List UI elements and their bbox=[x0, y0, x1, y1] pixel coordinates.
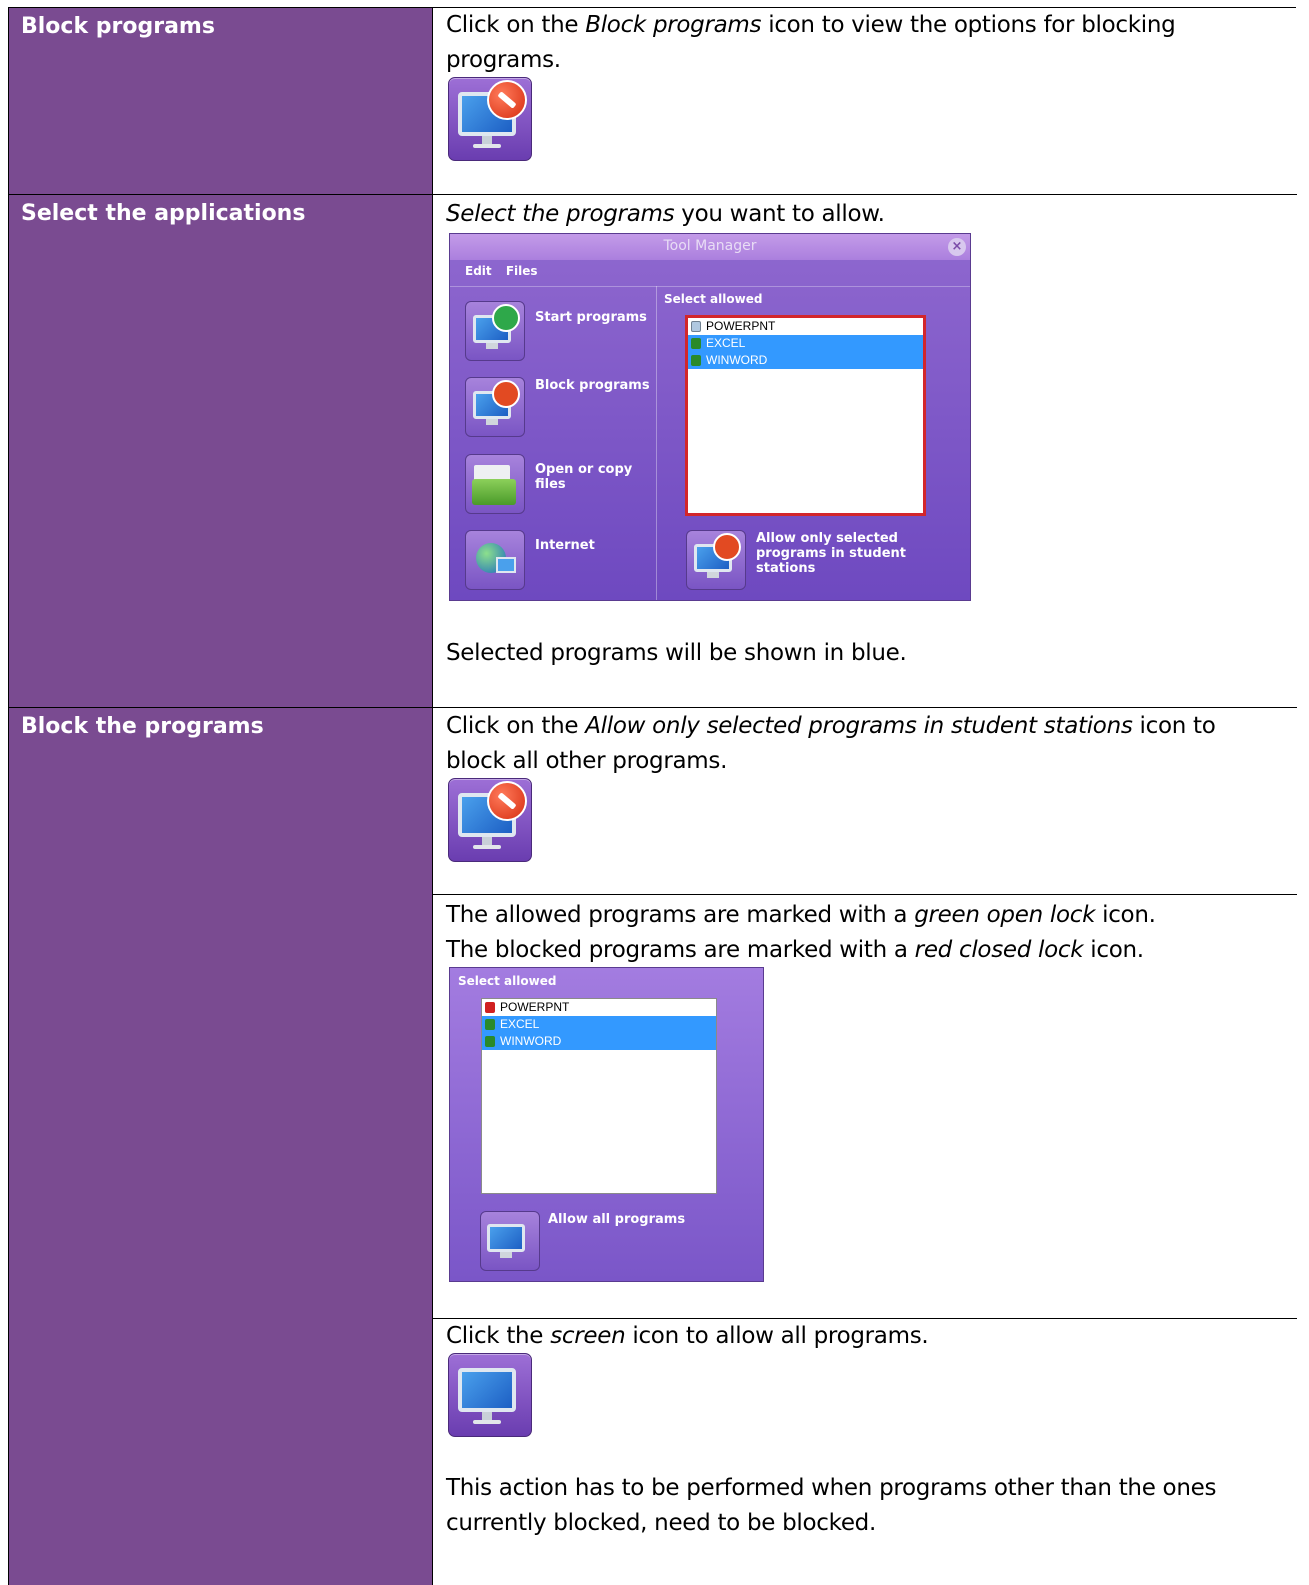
allow-all-programs-button[interactable] bbox=[480, 1211, 540, 1271]
instruction-text: Click on the Block programs icon to view… bbox=[446, 12, 1176, 73]
green-open-lock-icon bbox=[691, 355, 701, 366]
lock-explanation-2: The blocked programs are marked with a r… bbox=[446, 937, 1144, 963]
column-divider bbox=[432, 8, 433, 1585]
instruction-note: This action has to be performed when pro… bbox=[446, 1475, 1217, 1536]
row-divider bbox=[9, 194, 1297, 195]
open-copy-files-button[interactable] bbox=[465, 454, 525, 514]
instruction-text: Click on the Allow only selected program… bbox=[446, 713, 1216, 774]
list-item[interactable]: EXCEL bbox=[688, 335, 923, 352]
red-closed-lock-icon bbox=[485, 1002, 495, 1013]
row-divider bbox=[9, 707, 1297, 708]
select-allowed-panel: Select allowed POWERPNT EXCEL WINWORD Al… bbox=[449, 967, 764, 1282]
program-icon bbox=[691, 321, 701, 332]
list-item[interactable]: WINWORD bbox=[482, 1033, 716, 1050]
start-programs-button[interactable] bbox=[465, 301, 525, 361]
instruction-text: Select the programs you want to allow. bbox=[446, 201, 885, 227]
list-item[interactable]: POWERPNT bbox=[688, 318, 923, 335]
block-programs-button[interactable] bbox=[465, 377, 525, 437]
internet-label: Internet bbox=[535, 538, 595, 553]
row-label: Block programs bbox=[21, 14, 215, 39]
instruction-text: Click the screen icon to allow all progr… bbox=[446, 1323, 929, 1349]
instruction-note: Selected programs will be shown in blue. bbox=[446, 640, 907, 666]
menu-bar: Edit Files bbox=[465, 264, 548, 278]
green-open-lock-icon bbox=[485, 1019, 495, 1030]
no-entry-icon bbox=[487, 781, 527, 821]
start-programs-label: Start programs bbox=[535, 310, 647, 325]
menu-edit[interactable]: Edit bbox=[465, 264, 492, 278]
monitor-icon bbox=[496, 557, 516, 573]
no-entry-icon bbox=[713, 533, 741, 561]
screen-icon[interactable] bbox=[448, 1353, 532, 1437]
label-cell-select-applications: Select the applications bbox=[9, 195, 432, 707]
allow-only-selected-icon[interactable] bbox=[448, 778, 532, 862]
no-entry-icon bbox=[487, 80, 527, 120]
allow-only-selected-label: Allow only selected programs in student … bbox=[756, 531, 906, 576]
menu-files[interactable]: Files bbox=[506, 264, 538, 278]
program-list[interactable]: POWERPNT EXCEL WINWORD bbox=[481, 998, 717, 1194]
screen-icon bbox=[480, 1211, 540, 1271]
select-allowed-title: Select allowed bbox=[664, 292, 763, 306]
list-item[interactable]: EXCEL bbox=[482, 1016, 716, 1033]
close-icon[interactable]: × bbox=[948, 238, 966, 256]
block-programs-label: Block programs bbox=[535, 378, 650, 393]
label-cell-block-programs: Block programs bbox=[9, 8, 432, 194]
folder-icon bbox=[472, 479, 516, 505]
row-label: Select the applications bbox=[21, 201, 306, 226]
internet-button[interactable] bbox=[465, 530, 525, 590]
green-open-lock-icon bbox=[691, 338, 701, 349]
open-copy-files-label: Open or copy files bbox=[535, 462, 633, 492]
allow-only-selected-button[interactable] bbox=[686, 530, 746, 590]
allow-all-programs-label: Allow all programs bbox=[548, 1212, 686, 1227]
tool-manager-window: Tool Manager × Edit Files Start programs… bbox=[449, 233, 971, 601]
program-list[interactable]: POWERPNT EXCEL WINWORD bbox=[685, 315, 926, 516]
select-allowed-title: Select allowed bbox=[458, 974, 557, 988]
lock-explanation-1: The allowed programs are marked with a g… bbox=[446, 902, 1156, 928]
row-divider bbox=[433, 894, 1297, 895]
block-programs-icon[interactable] bbox=[448, 77, 532, 161]
power-icon bbox=[492, 304, 520, 332]
window-title: Tool Manager bbox=[450, 234, 970, 260]
list-item[interactable]: POWERPNT bbox=[482, 999, 716, 1016]
row-label: Block the programs bbox=[21, 714, 264, 739]
green-open-lock-icon bbox=[485, 1036, 495, 1047]
label-cell-block-the-programs: Block the programs bbox=[9, 708, 432, 1585]
list-item[interactable]: WINWORD bbox=[688, 352, 923, 369]
no-entry-icon bbox=[492, 380, 520, 408]
